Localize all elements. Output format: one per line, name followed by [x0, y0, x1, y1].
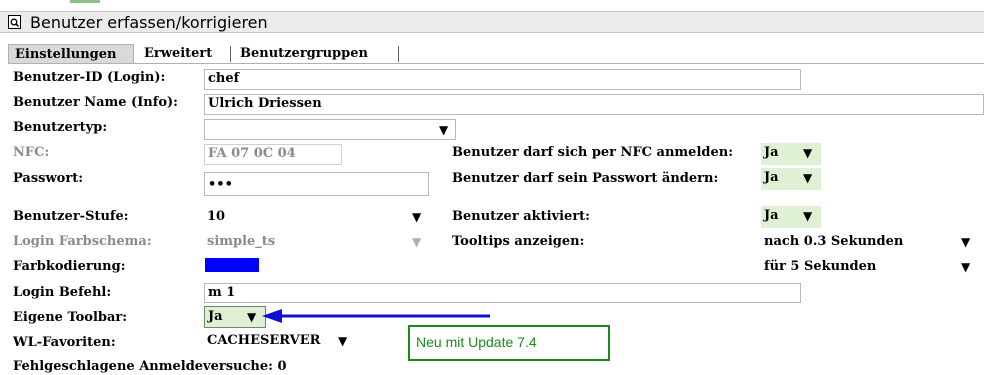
- dropdown-arrow-icon: ▼: [247, 310, 257, 324]
- failed-logins-label: Fehlgeschlagene Anmeldeversuche: 0: [13, 359, 287, 374]
- own-toolbar-value: Ja: [208, 309, 223, 324]
- tooltips-delay-value: nach 0.3 Sekunden: [764, 234, 904, 249]
- user-active-select[interactable]: Ja ▼: [761, 206, 821, 228]
- login-id-label: Benutzer-ID (Login):: [13, 70, 166, 85]
- user-active-label: Benutzer aktiviert:: [452, 209, 590, 224]
- nfc-input: FA 07 0C 04: [204, 144, 342, 165]
- tooltips-duration-select[interactable]: für 5 Sekunden ▼: [761, 257, 979, 278]
- login-command-label: Login Befehl:: [13, 285, 112, 300]
- tab-separator: [398, 46, 399, 62]
- tab-erweitert[interactable]: Erweitert: [138, 44, 228, 64]
- dropdown-arrow-icon: ▼: [439, 123, 449, 137]
- login-color-scheme-value: simple_ts: [207, 234, 276, 249]
- window-titlebar: Benutzer erfassen/korrigieren: [0, 11, 984, 33]
- dropdown-arrow-icon: ▼: [412, 235, 422, 249]
- color-coding-swatch[interactable]: [205, 258, 259, 272]
- window-title: Benutzer erfassen/korrigieren: [30, 13, 268, 32]
- change-password-allowed-select[interactable]: Ja ▼: [761, 168, 821, 190]
- annotation-text: Neu mit Update 7.4: [416, 334, 537, 350]
- document-search-icon: [8, 15, 21, 29]
- user-type-label: Benutzertyp:: [13, 120, 108, 135]
- dropdown-arrow-icon: ▼: [803, 171, 813, 185]
- annotation-arrow-icon: [262, 309, 490, 323]
- user-level-label: Benutzer-Stufe:: [13, 209, 129, 224]
- nfc-label: NFC:: [13, 145, 50, 160]
- cropped-header-fragment: [70, 0, 100, 3]
- login-id-input[interactable]: chef: [204, 69, 801, 90]
- password-label: Passwort:: [13, 171, 84, 186]
- user-type-select[interactable]: ▼: [204, 119, 456, 140]
- user-name-label: Benutzer Name (Info):: [13, 95, 178, 110]
- tab-benutzergruppen[interactable]: Benutzergruppen: [234, 44, 396, 64]
- dropdown-arrow-icon: ▼: [803, 146, 813, 160]
- wl-favorites-label: WL-Favoriten:: [13, 335, 116, 350]
- dropdown-arrow-icon: ▼: [338, 334, 348, 348]
- login-color-scheme-select: simple_ts ▼: [204, 232, 430, 253]
- tab-einstellungen[interactable]: Einstellungen: [8, 44, 134, 64]
- user-active-value: Ja: [764, 208, 779, 223]
- login-command-input[interactable]: m 1: [204, 283, 801, 303]
- own-toolbar-label: Eigene Toolbar:: [13, 310, 128, 325]
- color-coding-label: Farbkodierung:: [13, 259, 126, 274]
- user-name-input[interactable]: Ulrich Driessen: [204, 94, 984, 115]
- tab-underline: [8, 63, 984, 64]
- change-password-allowed-value: Ja: [764, 170, 779, 185]
- tooltips-delay-select[interactable]: nach 0.3 Sekunden ▼: [761, 232, 979, 253]
- tab-separator: [230, 46, 231, 62]
- nfc-login-allowed-label: Benutzer darf sich per NFC anmelden:: [452, 145, 733, 160]
- dropdown-arrow-icon: ▼: [961, 235, 971, 249]
- dropdown-arrow-icon: ▼: [961, 260, 971, 274]
- tooltips-duration-value: für 5 Sekunden: [764, 259, 877, 274]
- wl-favorites-select[interactable]: CACHESERVER ▼: [204, 331, 356, 352]
- change-password-allowed-label: Benutzer darf sein Passwort ändern:: [452, 171, 719, 186]
- dropdown-arrow-icon: ▼: [412, 210, 422, 224]
- user-level-select[interactable]: 10 ▼: [204, 207, 430, 228]
- password-input[interactable]: •••: [204, 172, 429, 196]
- login-color-scheme-label: Login Farbschema:: [13, 234, 152, 249]
- nfc-login-allowed-select[interactable]: Ja ▼: [761, 143, 821, 165]
- dropdown-arrow-icon: ▼: [803, 209, 813, 223]
- wl-favorites-value: CACHESERVER: [207, 333, 321, 348]
- user-level-value: 10: [207, 209, 226, 224]
- nfc-login-allowed-value: Ja: [764, 145, 779, 160]
- tooltips-label: Tooltips anzeigen:: [452, 234, 585, 249]
- own-toolbar-select[interactable]: Ja ▼: [204, 306, 266, 328]
